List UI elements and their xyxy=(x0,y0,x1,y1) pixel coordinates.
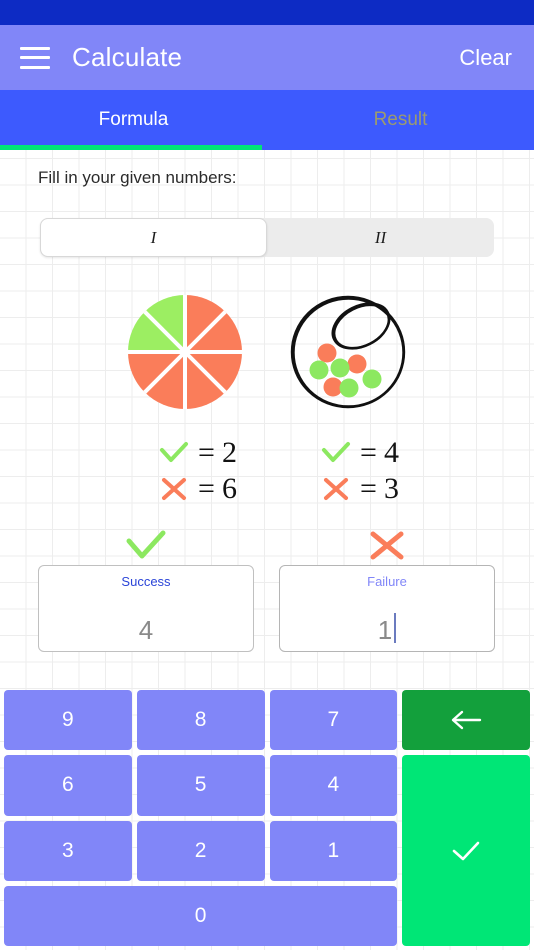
key-2[interactable]: 2 xyxy=(136,820,265,881)
key-5[interactable]: 5 xyxy=(136,755,265,816)
app-root: Calculate Clear Formula Result Fill in y… xyxy=(0,0,534,950)
legend-failure-row: = 3 xyxy=(272,471,442,507)
legend-equals: = xyxy=(198,472,215,505)
key-1[interactable]: 1 xyxy=(269,820,398,881)
status-bar xyxy=(0,0,534,25)
success-value-wrap: 4 xyxy=(39,617,253,643)
backspace-button[interactable] xyxy=(402,690,530,751)
legend-failure-value: 3 xyxy=(383,472,399,505)
problem-variant-segmented-control: I II xyxy=(40,218,494,257)
key-4[interactable]: 4 xyxy=(269,755,398,816)
main-content: Fill in your given numbers: I II = 2 = 6… xyxy=(0,150,534,680)
key-6[interactable]: 6 xyxy=(4,755,132,816)
legend-pie: = 2 = 6 xyxy=(110,435,280,507)
segment-option-i[interactable]: I xyxy=(40,218,267,257)
failure-value-wrap: 1 xyxy=(280,613,494,643)
success-field-value: 4 xyxy=(138,615,154,645)
confirm-button[interactable] xyxy=(402,755,530,946)
key-9[interactable]: 9 xyxy=(4,690,132,751)
key-0[interactable]: 0 xyxy=(4,885,398,946)
check-icon xyxy=(315,441,357,465)
segment-option-ii[interactable]: II xyxy=(267,218,494,257)
success-input[interactable]: Success 4 xyxy=(38,565,254,652)
prompt-text: Fill in your given numbers: xyxy=(38,168,237,187)
legend-success-row: = 4 xyxy=(272,435,442,471)
hamburger-menu-icon[interactable] xyxy=(20,46,50,69)
diagram-row xyxy=(0,290,534,420)
legend-equals: = xyxy=(360,472,377,505)
tab-formula[interactable]: Formula xyxy=(0,90,267,150)
clear-button[interactable]: Clear xyxy=(459,45,512,71)
failure-field-label: Failure xyxy=(367,574,407,589)
tab-result[interactable]: Result xyxy=(267,90,534,150)
success-field-block: Success 4 xyxy=(38,525,254,652)
page-title: Calculate xyxy=(72,42,183,72)
tab-bar: Formula Result xyxy=(0,90,534,150)
urn-balls-diagram xyxy=(290,295,406,409)
numeric-keypad: 9 8 7 6 5 4 3 2 1 0 xyxy=(0,686,534,950)
key-3[interactable]: 3 xyxy=(4,820,132,881)
legend-equals: = xyxy=(360,436,377,469)
legend-success-value: 4 xyxy=(383,436,399,469)
legend-success-value: 2 xyxy=(221,436,237,469)
check-icon xyxy=(38,525,254,565)
failure-field-value: 1 xyxy=(377,615,393,645)
text-caret xyxy=(394,613,397,643)
legend-failure-value: 6 xyxy=(221,472,237,505)
failure-input[interactable]: Failure 1 xyxy=(279,565,495,652)
arrow-left-icon xyxy=(451,710,482,730)
key-7[interactable]: 7 xyxy=(269,690,398,751)
pie-chart-diagram xyxy=(128,295,242,409)
failure-field-block: Failure 1 xyxy=(279,525,495,652)
success-field-label: Success xyxy=(121,574,171,589)
app-bar: Calculate Clear xyxy=(0,25,534,90)
legend-equals: = xyxy=(198,436,215,469)
check-icon xyxy=(153,441,195,465)
legend-urn: = 4 = 3 xyxy=(272,435,442,507)
cross-icon xyxy=(279,525,495,565)
legend-failure-row: = 6 xyxy=(110,471,280,507)
check-icon xyxy=(452,841,480,860)
cross-icon xyxy=(315,476,357,502)
key-8[interactable]: 8 xyxy=(136,690,265,751)
legend-success-row: = 2 xyxy=(110,435,280,471)
cross-icon xyxy=(153,476,195,502)
